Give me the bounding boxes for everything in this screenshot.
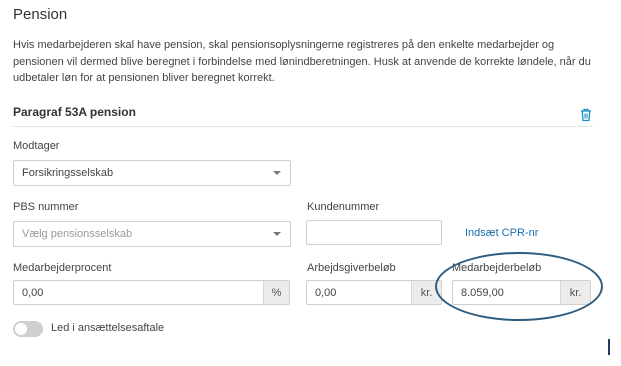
pension-description: Hvis medarbejderen skal have pension, sk… <box>13 39 591 84</box>
medarbejderprocent-value: 0,00 <box>22 286 44 299</box>
medarbejderprocent-input[interactable]: 0,00 % <box>13 280 290 305</box>
pbs-label: PBS nummer <box>13 201 79 213</box>
trash-icon-graphic <box>581 108 591 122</box>
section-title: Paragraf 53A pension <box>13 105 136 119</box>
chevron-down-icon <box>273 171 281 175</box>
kundenummer-input[interactable] <box>306 220 442 245</box>
modtager-select[interactable]: Forsikringsselskab <box>13 160 291 186</box>
toggle-knob <box>15 323 27 335</box>
text-cursor <box>608 339 610 355</box>
kundenummer-label: Kundenummer <box>307 201 380 213</box>
toggle-label: Led i ansættelsesaftale <box>51 322 165 334</box>
insert-cpr-link[interactable]: Indsæt CPR-nr <box>465 227 538 239</box>
modtager-value: Forsikringsselskab <box>22 167 114 179</box>
highlight-circle <box>435 252 603 321</box>
modtager-label: Modtager <box>13 140 60 152</box>
percent-suffix: % <box>263 281 289 304</box>
chevron-down-icon <box>273 232 281 236</box>
section-divider <box>13 126 593 127</box>
arbejdsgiverbelob-input[interactable]: 0,00 kr. <box>306 280 442 305</box>
arbejdsgiverbelob-value: 0,00 <box>315 286 337 299</box>
employment-agreement-toggle[interactable] <box>13 321 43 337</box>
pbs-select[interactable]: Vælg pensionsselskab <box>13 221 291 247</box>
page-title: Pension <box>13 6 68 23</box>
trash-icon[interactable] <box>578 107 594 123</box>
medarbejderprocent-label: Medarbejderprocent <box>13 262 112 274</box>
pbs-placeholder: Vælg pensionsselskab <box>22 228 133 240</box>
arbejdsgiverbelob-label: Arbejdsgiverbeløb <box>307 262 396 274</box>
